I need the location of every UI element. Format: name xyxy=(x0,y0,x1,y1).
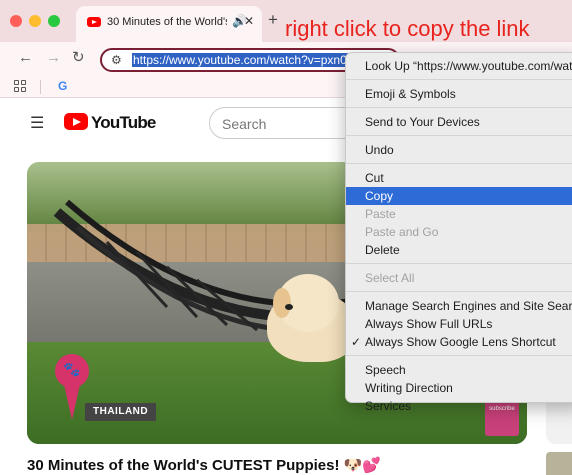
menu-item-look-up[interactable]: Look Up “https://www.youtube.com/watch xyxy=(346,57,572,75)
menu-item-paste-and-go: Paste and Go xyxy=(365,225,439,239)
tab-bar: 30 Minutes of the World's CUTEST Puppies… xyxy=(0,0,572,42)
instruction-annotation: right click to copy the link xyxy=(285,16,530,41)
menu-item-manage-search-engines[interactable]: Manage Search Engines and Site Search xyxy=(346,297,572,315)
menu-item-services[interactable]: Services xyxy=(346,397,572,415)
menu-item-send-to-devices[interactable]: Send to Your Devices xyxy=(346,113,572,131)
checkmark-icon: ✓ xyxy=(351,335,362,349)
fullscreen-window-button[interactable] xyxy=(48,15,60,27)
menu-item-copy[interactable]: Copy xyxy=(346,187,572,205)
context-menu: Look Up “https://www.youtube.com/watch E… xyxy=(345,52,572,413)
youtube-wordmark[interactable]: YouTube xyxy=(91,113,156,133)
menu-item-speech[interactable]: Speech xyxy=(346,361,572,379)
puppy-ear xyxy=(273,288,291,318)
menu-item-select-all: Select All xyxy=(365,271,415,285)
youtube-favicon-icon xyxy=(87,17,101,27)
menu-separator xyxy=(346,355,572,356)
menu-item-paste: Paste xyxy=(365,207,396,221)
site-settings-icon[interactable]: ⚙ xyxy=(111,53,122,67)
menu-separator xyxy=(346,135,572,136)
menu-item-always-show-full-urls[interactable]: Always Show Full URLs xyxy=(346,315,572,333)
menu-item-writing-direction[interactable]: Writing Direction xyxy=(346,379,572,397)
url-text[interactable]: https://www.youtube.com/watch?v=pxn0w xyxy=(132,53,357,67)
hamburger-menu-icon[interactable]: ☰ xyxy=(30,116,44,132)
location-pin-tail xyxy=(63,380,81,420)
menu-separator xyxy=(346,107,572,108)
back-arrow-icon[interactable]: ← xyxy=(18,50,33,65)
menu-item-delete[interactable]: Delete xyxy=(346,241,572,259)
video-title: 30 Minutes of the World's CUTEST Puppies… xyxy=(27,457,382,474)
menu-separator xyxy=(346,163,572,164)
menu-item-undo[interactable]: Undo xyxy=(346,141,572,159)
paw-icon: 🐾 xyxy=(63,361,81,377)
minimize-window-button[interactable] xyxy=(29,15,41,27)
browser-tab[interactable]: 30 Minutes of the World's CUTEST Puppies… xyxy=(76,6,262,42)
close-tab-icon[interactable]: ✕ xyxy=(244,14,254,28)
youtube-logo-icon[interactable] xyxy=(64,113,88,130)
forward-arrow-icon[interactable]: → xyxy=(46,50,61,65)
menu-separator xyxy=(346,79,572,80)
menu-item-label: Always Show Google Lens Shortcut xyxy=(365,335,556,349)
search-placeholder: Search xyxy=(222,116,267,132)
menu-separator xyxy=(346,263,572,264)
new-tab-button[interactable]: + xyxy=(268,11,278,28)
related-video-thumbnail[interactable] xyxy=(546,452,572,475)
bookmarks-divider xyxy=(40,80,41,94)
apps-grid-icon[interactable] xyxy=(14,80,26,92)
location-label: THAILAND xyxy=(85,403,157,421)
menu-item-google-lens-shortcut[interactable]: ✓ Always Show Google Lens Shortcut xyxy=(346,333,572,351)
tab-title: 30 Minutes of the World's CUTEST Puppies… xyxy=(107,16,227,28)
puppy-nose xyxy=(285,304,293,310)
close-window-button[interactable] xyxy=(10,15,22,27)
reload-icon[interactable]: ↻ xyxy=(72,50,85,65)
menu-separator xyxy=(346,291,572,292)
menu-item-cut[interactable]: Cut xyxy=(346,169,572,187)
menu-item-emoji-symbols[interactable]: Emoji & Symbols xyxy=(346,85,572,103)
google-bookmark-icon[interactable]: G xyxy=(58,79,67,93)
